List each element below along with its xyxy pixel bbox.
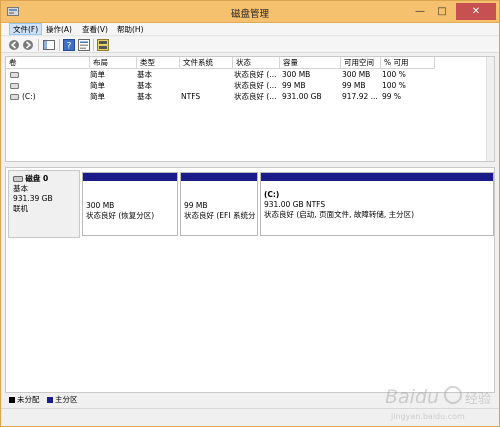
column-header-layout[interactable]: 布局 (90, 57, 137, 69)
menu-action[interactable]: 操作(A) (43, 24, 75, 35)
drive-icon (10, 94, 19, 100)
partition-recovery[interactable]: 300 MB 状态良好 (恢复分区) (82, 172, 178, 236)
volume-free-space: 917.92 ... (342, 92, 378, 101)
volume-capacity: 931.00 GB (282, 92, 322, 101)
svg-text:?: ? (67, 42, 72, 52)
back-arrow-icon[interactable] (8, 39, 20, 51)
unallocated-swatch (9, 397, 15, 403)
minimize-icon: — (415, 6, 425, 17)
menu-help[interactable]: 帮助(H) (114, 24, 147, 35)
disk-settings-icon[interactable] (97, 39, 109, 51)
volume-percent-free: 100 % (382, 70, 406, 79)
volume-filesystem: NTFS (181, 92, 201, 101)
legend-unallocated: 未分配 (17, 395, 40, 404)
close-icon: ✕ (471, 6, 481, 17)
toolbar-separator (38, 39, 39, 51)
volume-status: 状态良好 (... (234, 92, 277, 101)
column-header-capacity[interactable]: 容量 (280, 57, 341, 69)
baidu-logo: Baidu 经验 jingyan.baidu.com (385, 386, 491, 421)
disk-size: 931.39 GB (13, 194, 53, 203)
disk-name: 磁盘 0 (25, 174, 49, 183)
partition-title: (C:) (264, 190, 280, 199)
volume-layout: 简单 (90, 70, 105, 79)
column-header-filesystem[interactable]: 文件系统 (180, 57, 233, 69)
menu-bar: 文件(F) 操作(A) 查看(V) 帮助(H) (1, 23, 499, 36)
forward-arrow-icon[interactable] (22, 39, 34, 51)
help-icon[interactable]: ? (63, 39, 75, 51)
partition-status: 状态良好 (EFI 系统分 (184, 211, 255, 220)
baidu-jingyan-watermark: Baidu 经验 jingyan.baidu.com (381, 377, 499, 425)
partition-size: 931.00 GB NTFS (264, 200, 326, 209)
close-button[interactable]: ✕ (456, 3, 496, 20)
column-header-type[interactable]: 类型 (137, 57, 180, 69)
toolbar: ? (1, 37, 499, 53)
drive-icon (10, 83, 19, 89)
disk-0-label[interactable]: 磁盘 0 基本 931.39 GB 联机 (8, 170, 80, 238)
disk-management-window: 磁盘管理 — □ ✕ 文件(F) 操作(A) 查看(V) 帮助(H) ? 卷 布… (0, 0, 500, 427)
volume-layout: 简单 (90, 92, 105, 101)
volume-percent-free: 99 % (382, 92, 402, 101)
console-tree-icon[interactable] (43, 39, 55, 51)
volume-capacity: 99 MB (282, 81, 306, 90)
volume-status: 状态良好 (... (234, 70, 277, 79)
svg-text:经验: 经验 (465, 391, 491, 407)
volume-status: 状态良好 (... (234, 81, 277, 90)
toolbar-separator (59, 39, 60, 51)
column-header-free-space[interactable]: 可用空间 (341, 57, 381, 69)
partition-status: 状态良好 (启动, 页面文件, 故障转储, 主分区) (264, 210, 415, 219)
hard-disk-icon (13, 176, 23, 182)
maximize-icon: □ (437, 6, 447, 17)
primary-partition-stripe (261, 173, 493, 181)
minimize-button[interactable]: — (409, 3, 431, 20)
drive-icon (10, 72, 19, 78)
partition-efi[interactable]: 99 MB 状态良好 (EFI 系统分 (180, 172, 258, 236)
menu-view[interactable]: 查看(V) (79, 24, 111, 35)
svg-text:jingyan.baidu.com: jingyan.baidu.com (390, 412, 465, 421)
toolbar-separator (93, 39, 94, 51)
disk-state: 联机 (13, 204, 28, 213)
disk-graphical-view: 磁盘 0 基本 931.39 GB 联机 300 MB 状态良好 (恢复分区) … (5, 167, 495, 393)
column-header-status[interactable]: 状态 (233, 57, 280, 69)
column-header-volume[interactable]: 卷 (6, 57, 90, 69)
volume-type: 基本 (137, 92, 152, 101)
volume-type: 基本 (137, 81, 152, 90)
primary-partition-stripe (181, 173, 257, 181)
volume-capacity: 300 MB (282, 70, 311, 79)
volume-layout: 简单 (90, 81, 105, 90)
partition-c[interactable]: (C:) 931.00 GB NTFS 状态良好 (启动, 页面文件, 故障转储… (260, 172, 494, 236)
partition-status: 状态良好 (恢复分区) (86, 211, 155, 220)
column-header-percent-free[interactable]: % 可用 (381, 57, 435, 69)
partition-size: 99 MB (184, 201, 208, 210)
volume-list[interactable]: 卷 布局 类型 文件系统 状态 容量 可用空间 % 可用 简单 基本 状态良好 … (5, 56, 495, 162)
legend-primary-partition: 主分区 (55, 395, 78, 404)
volume-free-space: 99 MB (342, 81, 366, 90)
volume-name: (C:) (22, 92, 36, 101)
volume-type: 基本 (137, 70, 152, 79)
primary-partition-stripe (83, 173, 177, 181)
volume-percent-free: 100 % (382, 81, 406, 90)
menu-file[interactable]: 文件(F) (9, 23, 43, 35)
primary-partition-swatch (47, 397, 53, 403)
properties-icon[interactable] (78, 39, 90, 51)
partition-size: 300 MB (86, 201, 115, 210)
disk-type: 基本 (13, 184, 28, 193)
volume-free-space: 300 MB (342, 70, 371, 79)
title-bar[interactable]: 磁盘管理 — □ ✕ (1, 1, 499, 23)
svg-text:Baidu: Baidu (385, 386, 439, 408)
volume-list-scrollbar[interactable] (486, 57, 494, 161)
maximize-button[interactable]: □ (431, 3, 453, 20)
